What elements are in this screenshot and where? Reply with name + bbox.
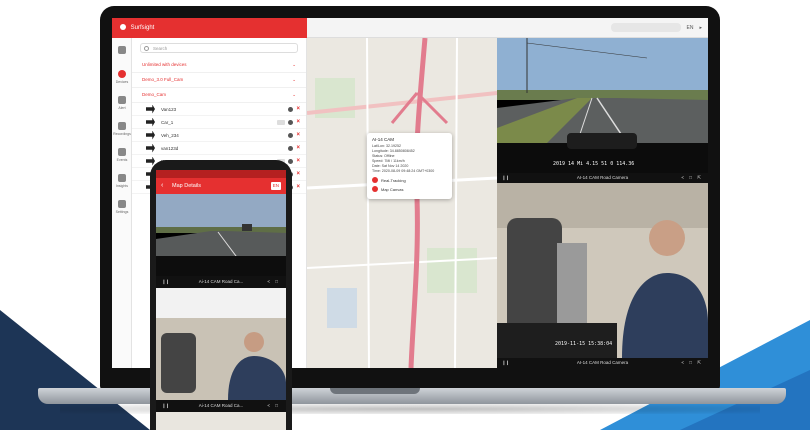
phone-road-label: Ai-14 CAM Road Ca...	[198, 279, 244, 284]
vehicle-row[interactable]: Veh_234 ×	[132, 129, 306, 142]
camera-icon	[146, 117, 155, 127]
camera-icon	[146, 104, 155, 114]
camera-icon	[146, 143, 155, 153]
close-icon[interactable]: ×	[296, 119, 300, 125]
group-header[interactable]: Unlimited with devices ⌄	[132, 58, 306, 73]
road-camera-label: AI-14 CAM Road Camera	[576, 175, 629, 180]
tracking-icon	[372, 177, 378, 183]
brand-name: Surfsight	[130, 25, 155, 31]
rail-item-alert[interactable]: Alert	[112, 90, 132, 116]
gear-icon	[118, 200, 126, 208]
map-canvas-button[interactable]: Map Canvas	[372, 186, 447, 192]
rail-item-devices[interactable]: Devices	[112, 64, 132, 90]
close-icon[interactable]: ×	[296, 171, 300, 177]
cabin-camera-label: AI-14 CAM Road Camera	[576, 360, 629, 365]
pause-icon[interactable]: ❙❙	[502, 358, 510, 368]
phone-road-video[interactable]	[156, 194, 286, 276]
brand-bar[interactable]: Surfsight	[112, 18, 307, 38]
fullscreen-icon[interactable]: < □ ⇱	[681, 173, 703, 183]
phone-cabin-label: Ai-14 CAM Road Ca...	[198, 403, 244, 408]
camera-icon	[146, 130, 155, 140]
rail-item-settings[interactable]: Settings	[112, 194, 132, 220]
chevron-down-icon: ⌄	[292, 77, 296, 82]
phone-road-controls: ❙❙ Ai-14 CAM Road Ca... < □	[156, 276, 286, 288]
phone-header: ‹ Map Details EN	[156, 178, 286, 194]
settings-icon[interactable]	[288, 119, 294, 125]
pause-icon[interactable]: ❙❙	[502, 173, 510, 183]
pause-icon[interactable]: ❙❙	[162, 276, 170, 288]
user-menu[interactable]	[610, 23, 681, 32]
cabin-timestamp: 2019-11-15 15:38:04	[555, 341, 613, 347]
search-placeholder: Search	[153, 46, 168, 51]
document-icon	[118, 148, 126, 156]
phone-cabin-scene	[156, 318, 286, 400]
canvas-icon	[372, 186, 378, 192]
video-icon	[118, 122, 126, 130]
close-icon[interactable]: ×	[296, 184, 300, 190]
nav-rail: Devices Alert Recordings Events Insights…	[112, 38, 132, 368]
close-icon[interactable]: ×	[296, 145, 300, 151]
group-header[interactable]: Demo_Cam ⌄	[132, 88, 306, 103]
settings-icon[interactable]	[288, 106, 294, 112]
phone-cabin-video[interactable]	[156, 318, 286, 400]
alert-icon	[118, 96, 126, 104]
laptop-notch	[330, 388, 420, 394]
phone-header-title: Map Details	[172, 183, 202, 189]
settings-icon[interactable]	[288, 132, 294, 138]
rail-item-insights[interactable]: Insights	[112, 168, 132, 194]
search-icon	[144, 46, 149, 51]
pause-icon[interactable]: ❙❙	[162, 400, 170, 412]
phone-cabin-controls: ❙❙ Ai-14 CAM Road Ca... < □	[156, 400, 286, 412]
settings-icon[interactable]	[288, 145, 294, 151]
back-arrow-icon[interactable]: ‹	[161, 178, 163, 194]
phone-map-strip[interactable]	[156, 412, 286, 430]
fullscreen-icon[interactable]: < □ ⇱	[681, 358, 703, 368]
close-icon[interactable]: ×	[296, 106, 300, 112]
grid-icon	[118, 46, 126, 54]
search-input[interactable]: Search	[140, 43, 298, 53]
cabin-camera-video[interactable]: 2019-11-15 15:38:04 ❙❙ AI-14 CAM Road Ca…	[497, 183, 708, 368]
language-badge[interactable]: EN	[270, 182, 281, 190]
real-tracking-button[interactable]: Real-Tracking	[372, 177, 447, 183]
logout-icon[interactable]: ▸	[699, 25, 702, 31]
fullscreen-icon[interactable]: < □	[267, 400, 280, 412]
chevron-down-icon: ⌄	[292, 92, 296, 97]
map-pin-icon	[118, 70, 126, 78]
rail-item-grid[interactable]	[112, 38, 132, 64]
device-info-popup: AI-14 CAM Lat/Lon: 32.19252 Longitude: 3…	[367, 133, 452, 199]
chart-icon	[118, 174, 126, 182]
settings-icon[interactable]	[288, 158, 294, 164]
map-view[interactable]: AI-14 CAM Lat/Lon: 32.19252 Longitude: 3…	[307, 38, 497, 368]
logo-icon	[120, 24, 126, 31]
rail-item-recordings[interactable]: Recordings	[112, 116, 132, 142]
cabin-scene	[497, 183, 708, 358]
road-timestamp: 2019 14 Mi 4.15 51 0 114.36	[553, 161, 635, 167]
popup-line: Time: 2020-08-09 09:48:24 GMT+0300	[372, 169, 435, 173]
vehicle-row[interactable]: Van123 ×	[132, 103, 306, 116]
chevron-down-icon: ⌄	[292, 62, 296, 67]
phone-status-bar	[156, 170, 286, 178]
top-right-controls: EN ▸	[610, 23, 702, 32]
close-icon[interactable]: ×	[296, 158, 300, 164]
vehicle-row[interactable]: van123d ×	[132, 142, 306, 155]
app-top-bar: Surfsight EN ▸	[112, 18, 708, 38]
phone-divider	[156, 288, 286, 318]
road-camera-video[interactable]: 2019 14 Mi 4.15 51 0 114.36 ❙❙ AI-14 CAM…	[497, 38, 708, 183]
fullscreen-icon[interactable]: < □	[267, 276, 280, 288]
group-header[interactable]: Demo_3.0 Full_Cam ⌄	[132, 73, 306, 88]
phone: ‹ Map Details EN ❙❙ Ai-14 CAM Road Ca...…	[150, 160, 292, 430]
map-roads	[307, 38, 497, 368]
phone-screen: ‹ Map Details EN ❙❙ Ai-14 CAM Road Ca...…	[156, 170, 286, 430]
cabin-video-controls: ❙❙ AI-14 CAM Road Camera < □ ⇱	[497, 358, 708, 368]
road-video-controls: ❙❙ AI-14 CAM Road Camera < □ ⇱	[497, 173, 708, 183]
popup-title: AI-14 CAM	[372, 137, 395, 142]
phone-road-scene	[156, 194, 286, 276]
status-chip	[277, 119, 286, 125]
vehicle-row[interactable]: Car_1 ×	[132, 116, 306, 129]
close-icon[interactable]: ×	[296, 132, 300, 138]
rail-item-events[interactable]: Events	[112, 142, 132, 168]
road-scene	[497, 38, 708, 174]
language-selector[interactable]: EN	[687, 25, 694, 31]
